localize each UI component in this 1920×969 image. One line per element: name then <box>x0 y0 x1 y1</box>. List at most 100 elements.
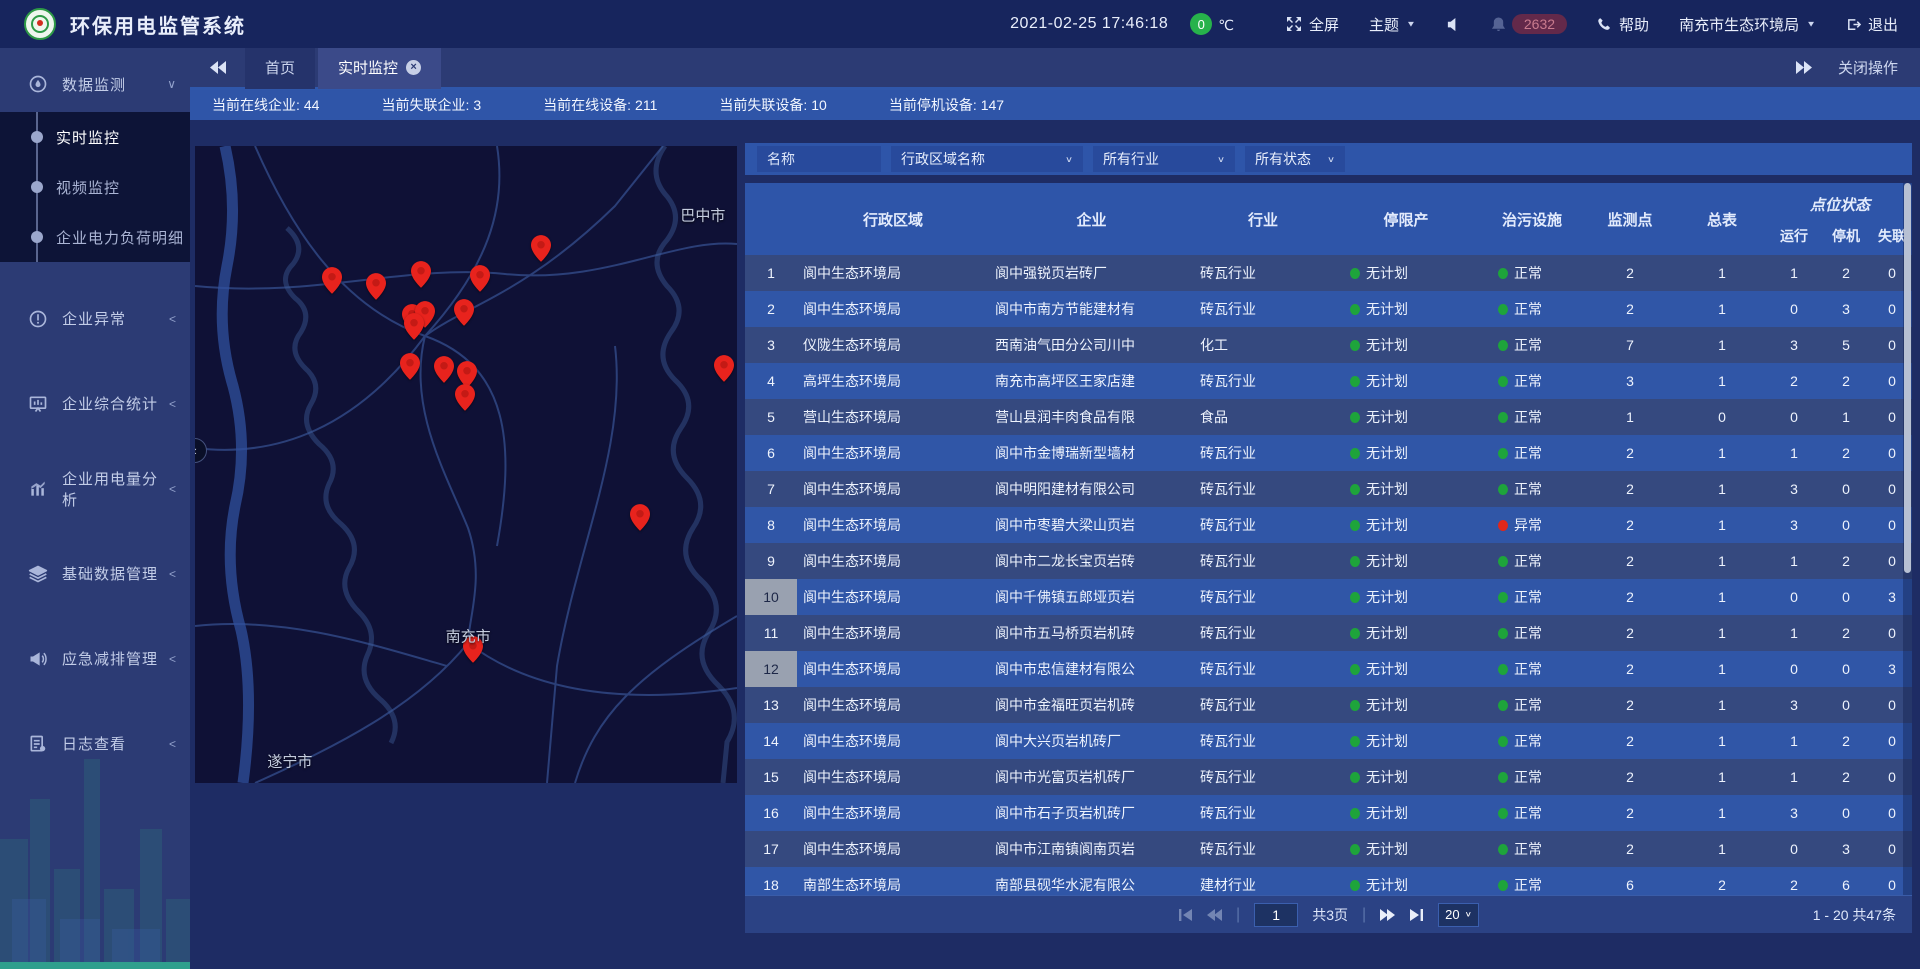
table-row[interactable]: 18南部生态环境局南部县砚华水泥有限公建材行业无计划正常62260 <box>745 867 1912 895</box>
map-pin[interactable] <box>400 353 420 380</box>
fullscreen-button[interactable]: 全屏 <box>1286 14 1339 35</box>
help-label: 帮助 <box>1619 14 1649 35</box>
logout-button[interactable]: 退出 <box>1846 14 1898 35</box>
map-pin[interactable] <box>630 504 650 531</box>
org-menu[interactable]: 南充市生态环境局 ▼ <box>1679 14 1816 35</box>
table-row[interactable]: 6阆中生态环境局阆中市金博瑞新型墙材砖瓦行业无计划正常21120 <box>745 435 1912 471</box>
chevron-down-icon: ∨ <box>1065 154 1073 164</box>
table-row[interactable]: 8阆中生态环境局阆中市枣碧大梁山页岩砖瓦行业无计划异常21300 <box>745 507 1912 543</box>
map-pin[interactable] <box>454 299 474 326</box>
sidebar-item-enterprise-abnormal[interactable]: 企业异常< <box>0 290 190 347</box>
sidebar-item-data-monitor[interactable]: 数据监测∨ <box>0 56 190 112</box>
last-page-button[interactable] <box>1409 909 1424 921</box>
table-row[interactable]: 11阆中生态环境局阆中市五马桥页岩机砖砖瓦行业无计划正常21120 <box>745 615 1912 651</box>
previous-page-button[interactable] <box>1207 909 1222 921</box>
sound-toggle[interactable] <box>1446 17 1461 32</box>
status-dot-green <box>1350 484 1360 495</box>
table-row[interactable]: 10阆中生态环境局阆中千佛镇五郎垭页岩砖瓦行业无计划正常21003 <box>745 579 1912 615</box>
sidebar-item-base-data[interactable]: 基础数据管理< <box>0 545 190 602</box>
map-pin[interactable] <box>404 313 424 340</box>
page-size-select[interactable]: 20 ∨ <box>1438 903 1479 927</box>
next-page-button[interactable] <box>1380 909 1395 921</box>
industry-filter-select[interactable]: 所有行业 ∨ <box>1093 146 1235 172</box>
page-number-input[interactable] <box>1254 903 1298 927</box>
cell-production-status: 无计划 <box>1332 435 1480 471</box>
table-row[interactable]: 17阆中生态环境局阆中市江南镇阆南页岩砖瓦行业无计划正常21030 <box>745 831 1912 867</box>
production-status-label: 无计划 <box>1366 767 1408 787</box>
status-dot-green <box>1350 376 1360 387</box>
tabs-scroll-left-button[interactable] <box>210 61 227 74</box>
map-pin[interactable] <box>470 265 490 292</box>
sidebar-item-realtime-monitor[interactable]: 实时监控 <box>0 112 190 162</box>
cell-run-count: 0 <box>1768 399 1820 435</box>
close-operations-button[interactable]: 关闭操作 <box>1838 57 1898 78</box>
facility-status-label: 正常 <box>1514 299 1542 319</box>
table-row[interactable]: 4高坪生态环境局南充市高坪区王家店建砖瓦行业无计划正常31220 <box>745 363 1912 399</box>
cell-stop-count: 5 <box>1820 327 1872 363</box>
map-city-label: 南充市 <box>446 625 491 646</box>
table-row[interactable]: 7阆中生态环境局阆中明阳建材有限公司砖瓦行业无计划正常21300 <box>745 471 1912 507</box>
cell-facility-status: 正常 <box>1480 435 1584 471</box>
status-dot-green <box>1350 340 1360 351</box>
chevron-left-icon: < <box>169 312 176 326</box>
notification-button[interactable]: 2632 <box>1491 14 1567 34</box>
tab-realtime-monitor[interactable]: 实时监控 × <box>318 47 441 89</box>
table-row[interactable]: 5营山生态环境局营山县润丰肉食品有限食品无计划正常10010 <box>745 399 1912 435</box>
stat-item: 当前在线企业:44 <box>212 95 319 115</box>
map-pin[interactable] <box>531 235 551 262</box>
map-pin[interactable] <box>434 356 454 383</box>
tabs-scroll-right-button[interactable] <box>1795 61 1812 74</box>
cell-run-count: 1 <box>1768 543 1820 579</box>
sidebar-item-label: 企业综合统计 <box>62 393 169 414</box>
cell-run-count: 2 <box>1768 363 1820 399</box>
scrollbar-thumb[interactable] <box>1904 183 1911 573</box>
first-page-button[interactable] <box>1178 909 1193 921</box>
name-filter-input[interactable] <box>757 146 881 172</box>
status-filter-select[interactable]: 所有状态 ∨ <box>1245 146 1345 172</box>
table-row[interactable]: 1阆中生态环境局阆中强锐页岩砖厂砖瓦行业无计划正常21120 <box>745 255 1912 291</box>
map-panel[interactable]: 巴中市南充市遂宁市 ‹ <box>195 146 737 783</box>
cell-index: 10 <box>745 579 797 615</box>
table-row[interactable]: 3仪陇生态环境局西南油气田分公司川中化工无计划正常71350 <box>745 327 1912 363</box>
status-dot-green <box>1350 412 1360 423</box>
map-pin[interactable] <box>366 273 386 300</box>
map-pin[interactable] <box>411 261 431 288</box>
page-size-value: 20 <box>1445 907 1459 922</box>
cell-index: 8 <box>745 507 797 543</box>
tab-label: 实时监控 <box>338 57 398 78</box>
table-row[interactable]: 14阆中生态环境局阆中大兴页岩机砖厂砖瓦行业无计划正常21120 <box>745 723 1912 759</box>
sidebar-item-log-view[interactable]: 日志查看< <box>0 715 190 772</box>
cell-company: 营山县润丰肉食品有限 <box>989 399 1194 435</box>
map-pin[interactable] <box>714 355 734 382</box>
table-row[interactable]: 13阆中生态环境局阆中市金福旺页岩机砖砖瓦行业无计划正常21300 <box>745 687 1912 723</box>
table-row[interactable]: 12阆中生态环境局阆中市忠信建材有限公砖瓦行业无计划正常21003 <box>745 651 1912 687</box>
column-header: 企业 <box>989 183 1194 255</box>
production-status-label: 无计划 <box>1366 803 1408 823</box>
table-row[interactable]: 9阆中生态环境局阆中市二龙长宝页岩砖砖瓦行业无计划正常21120 <box>745 543 1912 579</box>
app-window: 环保用电监管系统 2021-02-25 17:46:18 0 ℃ 全屏 主题 ▼ <box>0 0 1920 969</box>
tab-home[interactable]: 首页 <box>245 47 315 89</box>
sidebar-item-enterprise-stats[interactable]: 企业综合统计< <box>0 375 190 432</box>
pagination-bar: | 共3页 | 20 ∨ 1 <box>745 895 1912 933</box>
table-row[interactable]: 15阆中生态环境局阆中市光富页岩机砖厂砖瓦行业无计划正常21120 <box>745 759 1912 795</box>
pagination-divider: | <box>1362 906 1366 924</box>
tab-close-icon[interactable]: × <box>406 60 421 75</box>
cell-production-status: 无计划 <box>1332 651 1480 687</box>
sidebar-item-video-monitor[interactable]: 视频监控 <box>0 162 190 212</box>
cell-stop-count: 2 <box>1820 435 1872 471</box>
cell-facility-status: 正常 <box>1480 543 1584 579</box>
sidebar-item-power-analysis[interactable]: 企业用电量分析< <box>0 460 190 517</box>
table-row[interactable]: 2阆中生态环境局阆中市南方节能建材有砖瓦行业无计划正常21030 <box>745 291 1912 327</box>
map-pin[interactable] <box>455 384 475 411</box>
table-row[interactable]: 16阆中生态环境局阆中市石子页岩机砖厂砖瓦行业无计划正常21300 <box>745 795 1912 831</box>
cell-run-count: 0 <box>1768 579 1820 615</box>
region-filter-select[interactable]: 行政区域名称 ∨ <box>891 146 1083 172</box>
theme-menu[interactable]: 主题 ▼ <box>1369 14 1416 35</box>
sidebar: 数据监测∨实时监控视频监控企业电力负荷明细企业异常<企业综合统计<企业用电量分析… <box>0 48 190 969</box>
help-button[interactable]: 帮助 <box>1597 14 1649 35</box>
cell-company: 阆中市南方节能建材有 <box>989 291 1194 327</box>
cell-production-status: 无计划 <box>1332 291 1480 327</box>
sidebar-item-power-load-detail[interactable]: 企业电力负荷明细 <box>0 212 190 262</box>
sidebar-item-emergency-reduction[interactable]: 应急减排管理< <box>0 630 190 687</box>
map-pin[interactable] <box>322 267 342 294</box>
